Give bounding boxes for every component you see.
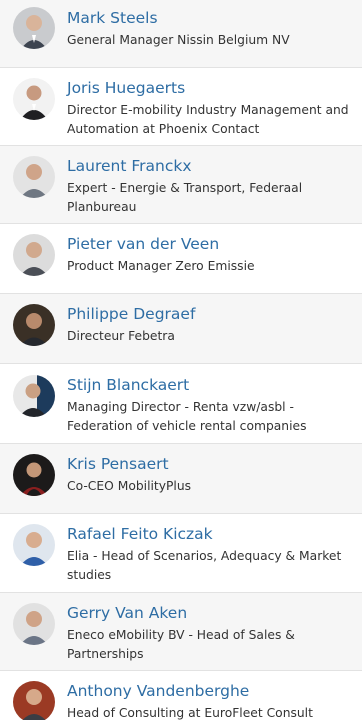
speaker-role: Product Manager Zero Emissie xyxy=(67,259,255,273)
speaker-name[interactable]: Kris Pensaert xyxy=(67,455,350,474)
speaker-avatar-icon[interactable] xyxy=(13,375,55,417)
speaker-row[interactable]: Joris Huegaerts Director E-mobility Indu… xyxy=(0,68,362,146)
speaker-role: General Manager Nissin Belgium NV xyxy=(67,33,290,47)
speaker-avatar-icon[interactable] xyxy=(13,78,55,120)
speaker-name[interactable]: Rafael Feito Kiczak xyxy=(67,525,350,544)
speaker-name[interactable]: Stijn Blanckaert xyxy=(67,376,350,395)
speaker-avatar-icon[interactable] xyxy=(13,7,55,49)
speaker-list: Mark Steels General Manager Nissin Belgi… xyxy=(0,0,362,720)
speaker-role: Managing Director - Renta vzw/asbl - Fed… xyxy=(67,400,307,433)
speaker-avatar-icon[interactable] xyxy=(13,603,55,645)
speaker-row[interactable]: Laurent Franckx Expert - Energie & Trans… xyxy=(0,146,362,224)
speaker-avatar-icon[interactable] xyxy=(13,524,55,566)
speaker-name[interactable]: Mark Steels xyxy=(67,9,350,28)
speaker-row[interactable]: Mark Steels General Manager Nissin Belgi… xyxy=(0,0,362,68)
speaker-avatar-icon[interactable] xyxy=(13,454,55,496)
speaker-name[interactable]: Philippe Degraef xyxy=(67,305,350,324)
speaker-role: Co-CEO MobilityPlus xyxy=(67,479,192,493)
speaker-avatar-icon[interactable] xyxy=(13,156,55,198)
speaker-avatar-icon[interactable] xyxy=(13,234,55,276)
speaker-role: Expert - Energie & Transport, Federaal P… xyxy=(67,181,303,214)
speaker-row[interactable]: Gerry Van Aken Eneco eMobility BV - Head… xyxy=(0,593,362,671)
speaker-role: Elia - Head of Scenarios, Adequacy & Mar… xyxy=(67,549,342,582)
speaker-row[interactable]: Kris Pensaert Co-CEO MobilityPlus xyxy=(0,444,362,514)
speaker-role: Director E-mobility Industry Management … xyxy=(67,103,349,136)
speaker-role: Eneco eMobility BV - Head of Sales & Par… xyxy=(67,628,295,661)
speaker-name[interactable]: Anthony Vandenberghe xyxy=(67,682,350,701)
speaker-name[interactable]: Gerry Van Aken xyxy=(67,604,350,623)
speaker-row[interactable]: Stijn Blanckaert Managing Director - Ren… xyxy=(0,364,362,444)
speaker-row[interactable]: Philippe Degraef Directeur Febetra xyxy=(0,294,362,364)
speaker-role: Directeur Febetra xyxy=(67,329,175,343)
speaker-row[interactable]: Anthony Vandenberghe Head of Consulting … xyxy=(0,671,362,720)
speaker-row[interactable]: Rafael Feito Kiczak Elia - Head of Scena… xyxy=(0,514,362,593)
speaker-row[interactable]: Pieter van der Veen Product Manager Zero… xyxy=(0,224,362,294)
speaker-avatar-icon[interactable] xyxy=(13,304,55,346)
speaker-name[interactable]: Pieter van der Veen xyxy=(67,235,350,254)
speaker-name[interactable]: Joris Huegaerts xyxy=(67,79,350,98)
speaker-avatar-icon[interactable] xyxy=(13,681,55,720)
speaker-role: Head of Consulting at EuroFleet Consult xyxy=(67,706,313,720)
speaker-name[interactable]: Laurent Franckx xyxy=(67,157,350,176)
